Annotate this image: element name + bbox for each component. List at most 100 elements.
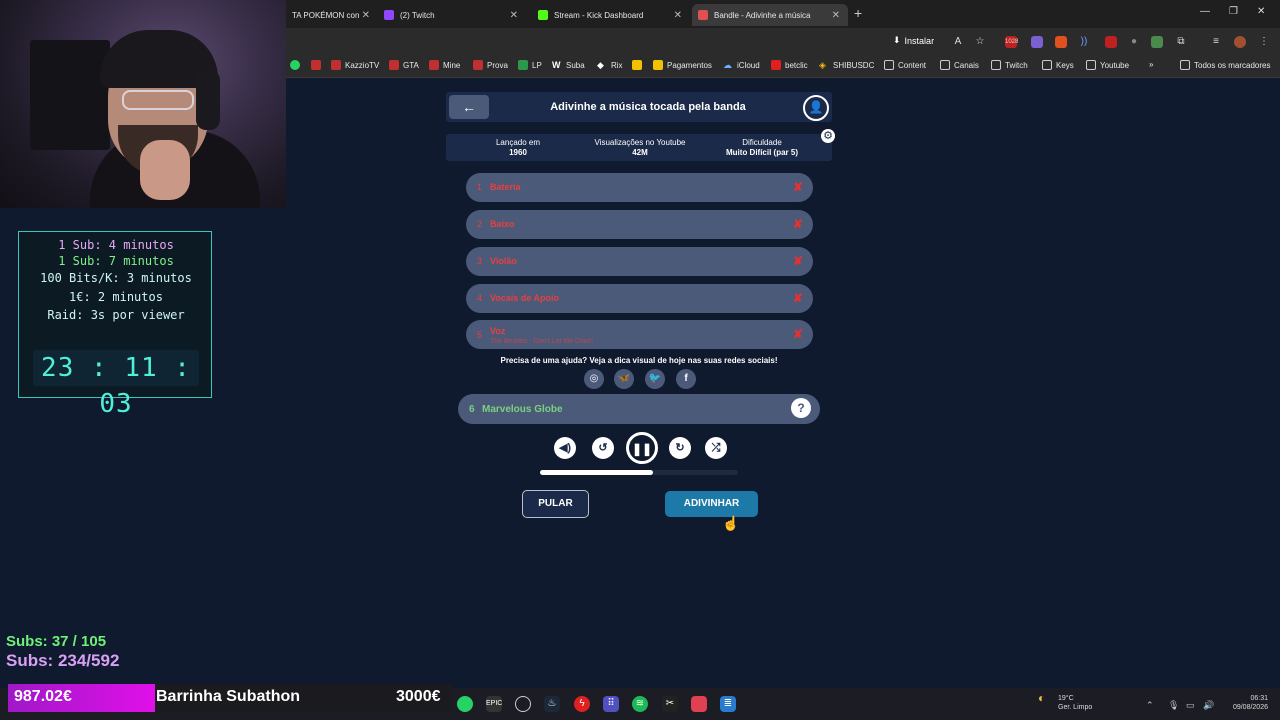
volume-icon[interactable]: 🔊 — [1203, 700, 1214, 711]
bookmark-drive[interactable] — [632, 60, 642, 70]
bookmark-stats[interactable] — [311, 60, 321, 70]
gear-icon[interactable]: ⚙ — [821, 129, 835, 143]
bar-title: Barrinha Subathon — [156, 688, 301, 705]
mic-icon[interactable]: 🎙 — [1168, 700, 1179, 711]
whatsapp-icon[interactable] — [457, 696, 473, 712]
clock[interactable]: 06:31 09/08/2026 — [1222, 694, 1268, 712]
bookmark-label: Content — [898, 60, 927, 70]
app-icon[interactable]: ϟ — [574, 696, 590, 712]
twitter-icon[interactable]: 🐦 — [645, 369, 665, 389]
folder-icon — [940, 60, 950, 70]
bookmark-label: Rix — [611, 60, 623, 70]
extension-icon[interactable] — [1055, 36, 1067, 48]
bookmark-betclic[interactable]: betclic — [771, 60, 808, 70]
minimize-icon[interactable]: — — [1200, 6, 1210, 17]
back-button[interactable]: ← — [449, 95, 489, 119]
steam-icon[interactable]: ♨ — [544, 696, 560, 712]
new-tab-button[interactable]: + — [854, 5, 862, 21]
profile-avatar-icon[interactable] — [1234, 36, 1246, 48]
all-bookmarks[interactable]: Todos os marcadores — [1180, 60, 1270, 70]
skip-button[interactable]: PULAR — [522, 490, 589, 518]
extension-icon[interactable] — [1105, 36, 1117, 48]
extension-icon[interactable]: ● — [1128, 36, 1140, 48]
extension-icon[interactable] — [1151, 36, 1163, 48]
guess-button[interactable]: ADIVINHAR — [665, 491, 758, 517]
bookmark-suba[interactable]: W Suba — [552, 60, 585, 70]
more-bookmarks[interactable]: » — [1149, 60, 1153, 69]
bookmark-label: Canais — [954, 60, 979, 70]
bookmark-mine[interactable]: Mine — [429, 60, 460, 70]
notepad-icon[interactable]: ≣ — [720, 696, 736, 712]
timer-rule: Raid: 3s por viewer — [47, 308, 185, 322]
forward-5-button[interactable]: ↻ — [669, 437, 691, 459]
clock-date: 09/08/2026 — [1232, 704, 1268, 711]
bookmark-twitch[interactable]: Twitch — [991, 60, 1028, 70]
subs-counter-2: Subs: 234/592 — [6, 651, 120, 670]
bookmark-label: Keys — [1056, 60, 1074, 70]
puzzle-icon[interactable]: ⧉ — [1175, 36, 1187, 48]
epic-icon[interactable]: EPIC — [486, 696, 502, 712]
info-label: Lançado em — [495, 138, 541, 147]
shelf — [30, 40, 110, 150]
network-icon[interactable]: ▭ — [1186, 700, 1195, 711]
hint-icon[interactable]: ? — [791, 398, 811, 418]
whatsapp-bookmark[interactable] — [290, 60, 300, 70]
grid-icon[interactable]: ⠿ — [603, 696, 619, 712]
bookmark-rix[interactable]: ◆ Rix — [597, 60, 623, 70]
drive-icon — [632, 60, 642, 70]
bookmark-icloud[interactable]: ☁ iCloud — [723, 60, 760, 70]
obs-icon[interactable] — [515, 696, 531, 712]
spotify-icon[interactable]: ≋ — [632, 696, 648, 712]
info-value: 42M — [632, 148, 648, 157]
tab-twitch[interactable]: (2) Twitch ✕ — [378, 4, 526, 26]
restore-icon[interactable]: ❐ — [1229, 6, 1238, 17]
bookmark-content[interactable]: Content — [884, 60, 926, 70]
info-label: Dificuldade — [742, 138, 782, 147]
tab-pokemon[interactable]: TA POKÉMON con ✕ — [286, 4, 378, 26]
menu-lines-icon[interactable]: ≡ — [1210, 36, 1222, 48]
close-icon[interactable]: ✕ — [832, 10, 840, 21]
close-icon[interactable]: ✕ — [674, 10, 682, 21]
bluesky-icon[interactable]: 🦋 — [614, 369, 634, 389]
chrome-icon[interactable] — [691, 696, 707, 712]
bookmark-prova[interactable]: Prova — [473, 60, 508, 70]
rewind-5-button[interactable]: ↺ — [592, 437, 614, 459]
bookmark-canais[interactable]: Canais — [940, 60, 979, 70]
chevron-up-icon[interactable]: ⌃ — [1146, 700, 1154, 711]
install-button[interactable]: ⬇ Instalar — [893, 35, 934, 46]
shuffle-icon[interactable]: ⤮ — [705, 437, 727, 459]
bookmark-pagamentos[interactable]: Pagamentos — [653, 60, 712, 70]
extension-icon[interactable]: 1028 — [1005, 36, 1018, 48]
bookmark-lp[interactable]: LP — [518, 60, 542, 70]
volume-button[interactable]: ◀) — [554, 437, 576, 459]
extension-icon[interactable]: )) — [1078, 36, 1090, 48]
bookmark-youtube[interactable]: Youtube — [1086, 60, 1129, 70]
extension-icon[interactable] — [1031, 36, 1043, 48]
window-close-icon[interactable]: ✕ — [1257, 6, 1265, 17]
close-icon[interactable]: ✕ — [362, 10, 370, 21]
instagram-icon[interactable]: ◎ — [584, 369, 604, 389]
capcut-icon[interactable]: ✂ — [662, 696, 678, 712]
drive-icon — [653, 60, 663, 70]
close-icon[interactable]: ✕ — [510, 10, 518, 21]
pause-button[interactable]: ❚❚ — [626, 432, 658, 464]
subathon-timer: 1 Sub: 4 minutos 1 Sub: 7 minutos 100 Bi… — [18, 231, 212, 419]
kebab-menu-icon[interactable]: ⋮ — [1258, 36, 1270, 48]
translate-icon[interactable]: A — [952, 36, 964, 48]
chart-icon — [389, 60, 399, 70]
playback-progress-fill — [540, 470, 653, 475]
bookmark-keys[interactable]: Keys — [1042, 60, 1074, 70]
facebook-icon[interactable]: f — [676, 369, 696, 389]
bookmark-gta[interactable]: GTA — [389, 60, 419, 70]
user-icon[interactable]: 👤 — [803, 95, 829, 121]
tab-bandle[interactable]: Bandle - Adivinhe a música ✕ — [692, 4, 848, 26]
bookmark-shibusdc[interactable]: ◈ SHIBUSDC — [819, 60, 874, 70]
bar-goal: 3000€ — [396, 688, 441, 705]
tab-kick[interactable]: Stream - Kick Dashboard ✕ — [532, 4, 690, 26]
tab-label: TA POKÉMON con — [292, 10, 360, 20]
guess-row: 2 Baixo ✘ — [466, 210, 813, 239]
bookmark-kazziotv[interactable]: KazzioTV — [331, 60, 379, 70]
star-icon[interactable]: ☆ — [974, 36, 986, 48]
guess-input[interactable]: 6 Marvelous Globe — [458, 394, 820, 424]
weather[interactable]: ◐ 19°C Ger. Limpo — [1038, 692, 1092, 712]
